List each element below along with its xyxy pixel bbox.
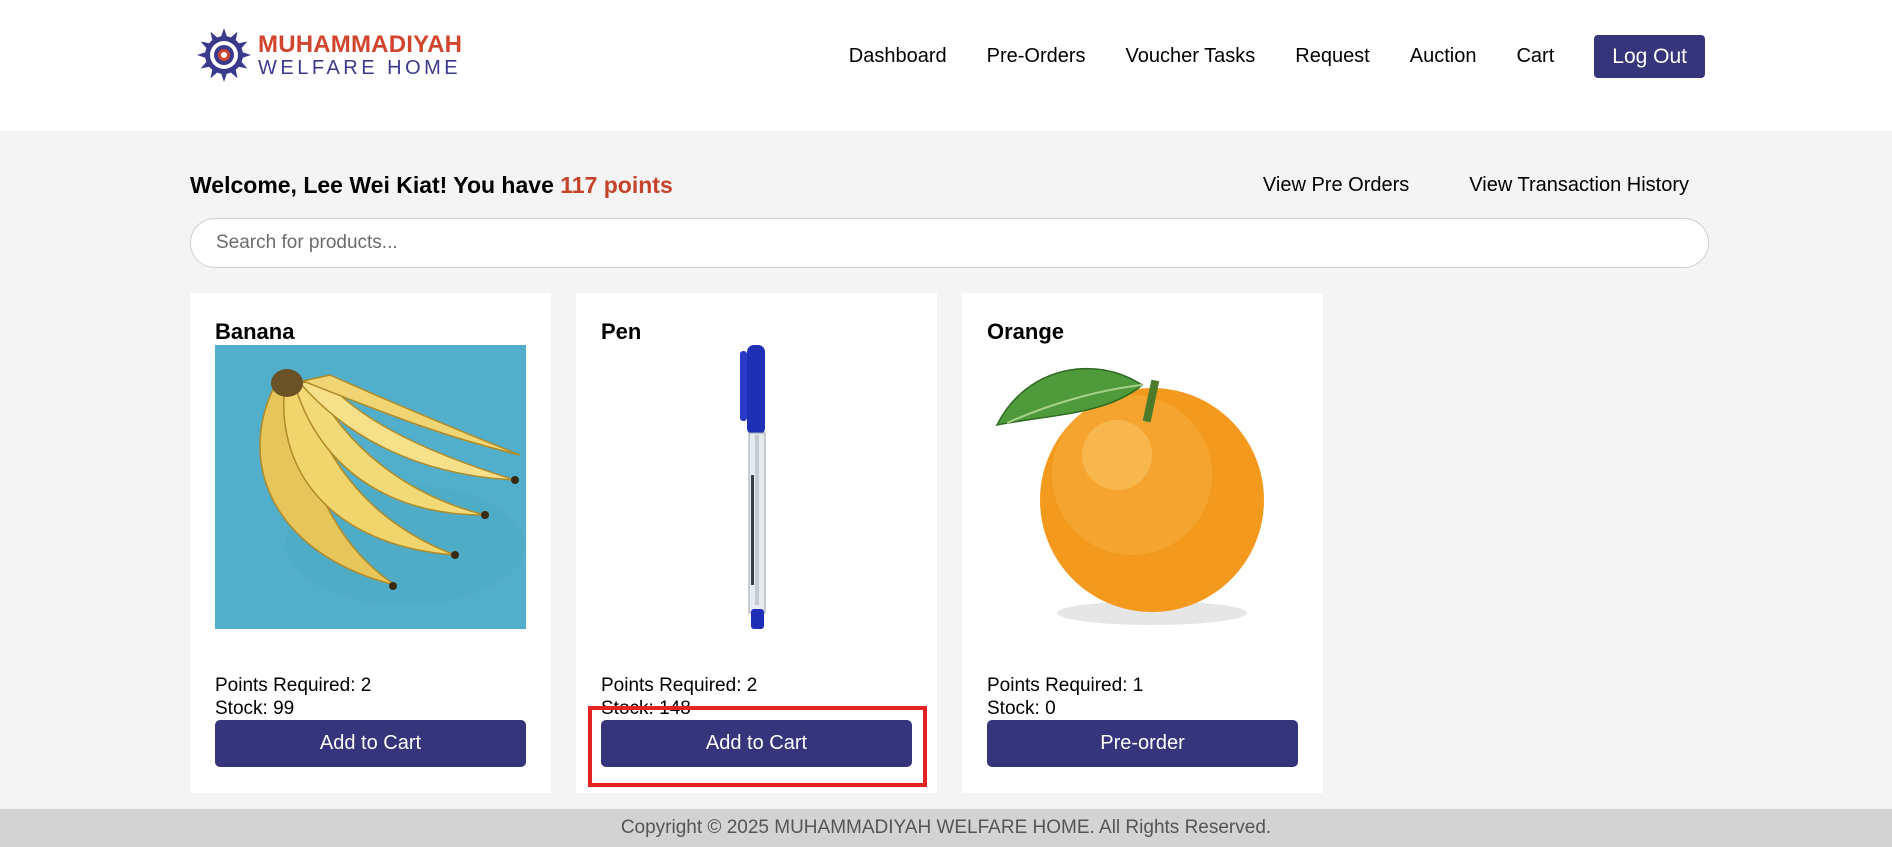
main-nav: Dashboard Pre-Orders Voucher Tasks Reque… — [849, 35, 1705, 78]
add-to-cart-button[interactable]: Add to Cart — [601, 720, 912, 767]
brand-logo[interactable]: MUHAMMADIYAH WELFARE HOME — [196, 26, 462, 84]
view-pre-orders-link[interactable]: View Pre Orders — [1263, 174, 1409, 197]
points-required: Points Required: 2 — [215, 675, 372, 696]
stock-count: Stock: 99 — [215, 698, 295, 719]
sun-emblem-icon — [197, 28, 251, 82]
nav-pre-orders[interactable]: Pre-Orders — [987, 45, 1086, 68]
points-required: Points Required: 2 — [601, 675, 758, 696]
pre-order-button[interactable]: Pre-order — [987, 720, 1298, 767]
product-card-banana: Banana Points Required: 2 Stock: 99 Add … — [190, 293, 551, 793]
stock-count: Stock: 148 — [601, 698, 691, 719]
nav-auction[interactable]: Auction — [1410, 45, 1477, 68]
stock-count: Stock: 0 — [987, 698, 1056, 719]
product-name: Pen — [601, 319, 642, 344]
logout-button[interactable]: Log Out — [1594, 35, 1705, 78]
product-name: Orange — [987, 319, 1065, 344]
orange-image — [987, 345, 1298, 629]
nav-dashboard[interactable]: Dashboard — [849, 45, 947, 68]
brand-name-line1: MUHAMMADIYAH — [258, 30, 463, 58]
copyright-text: Copyright © 2025 MUHAMMADIYAH WELFARE HO… — [620, 817, 1272, 838]
welcome-message: Welcome, Lee Wei Kiat! You have 117 poin… — [190, 172, 673, 199]
points-required: Points Required: 1 — [987, 675, 1144, 696]
product-card-pen: Pen Points Required: 2 Stock: 148 Add to… — [576, 293, 937, 793]
points-balance: 117 points — [560, 172, 673, 198]
pen-image — [601, 345, 912, 629]
welcome-text: Welcome, Lee Wei Kiat! You have — [190, 172, 561, 198]
nav-request[interactable]: Request — [1295, 45, 1370, 68]
brand-name-line2: WELFARE HOME — [258, 56, 462, 79]
nav-cart[interactable]: Cart — [1516, 45, 1554, 68]
banana-image — [215, 345, 526, 629]
top-header: MUHAMMADIYAH WELFARE HOME Dashboard Pre-… — [0, 0, 1892, 131]
view-transaction-history-link[interactable]: View Transaction History — [1469, 174, 1689, 197]
product-card-orange: Orange Points Required: 1 Stock: 0 Pre-o… — [962, 293, 1323, 793]
product-name: Banana — [215, 319, 295, 344]
nav-voucher-tasks[interactable]: Voucher Tasks — [1126, 45, 1256, 68]
product-search-input[interactable] — [190, 218, 1709, 268]
add-to-cart-button[interactable]: Add to Cart — [215, 720, 526, 767]
account-links: View Pre Orders View Transaction History — [1203, 174, 1689, 197]
page-footer: Copyright © 2025 MUHAMMADIYAH WELFARE HO… — [0, 809, 1892, 847]
